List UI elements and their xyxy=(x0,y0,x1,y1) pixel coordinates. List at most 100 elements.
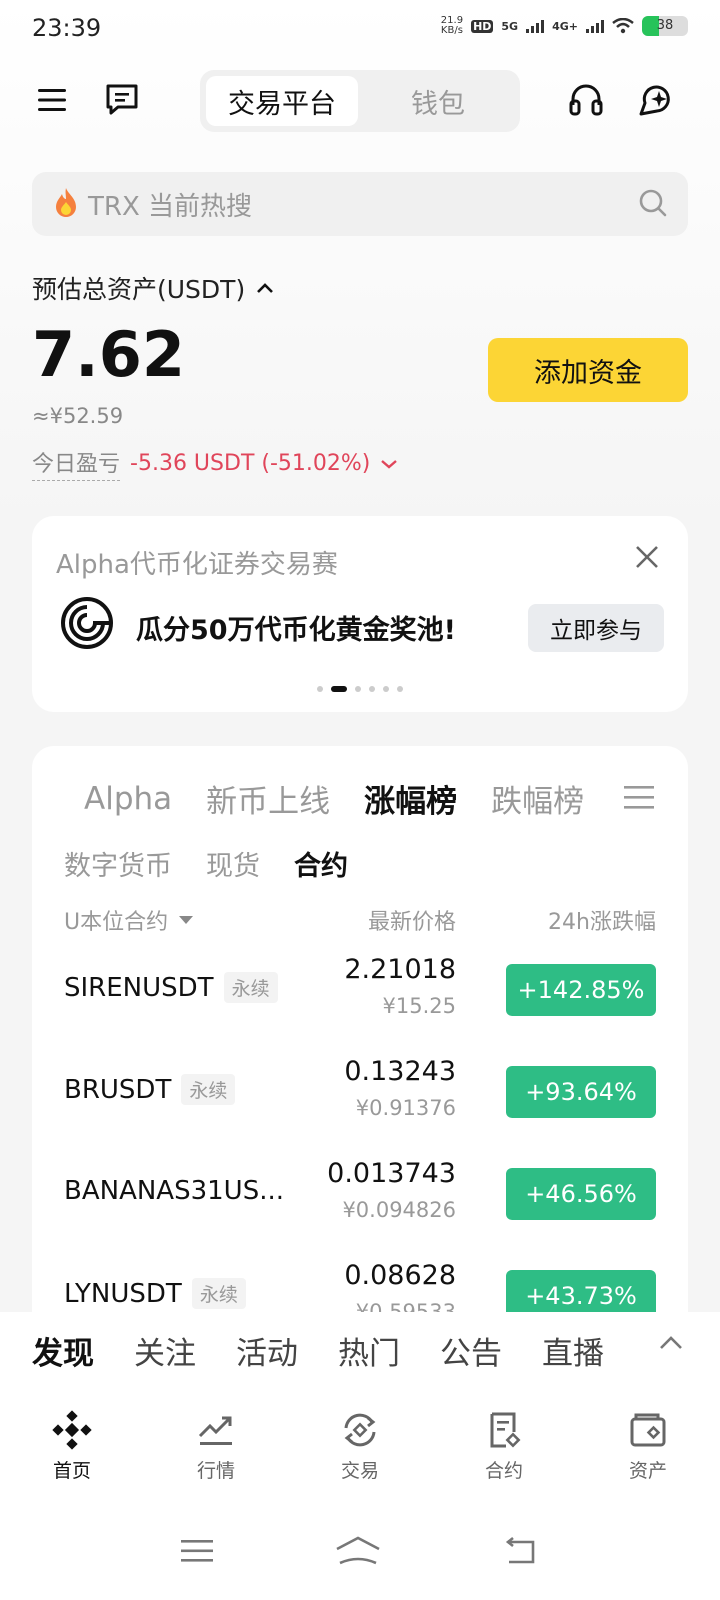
trade-swap-icon xyxy=(344,1413,376,1447)
chevron-down-icon[interactable] xyxy=(380,458,398,470)
system-nav-bar xyxy=(0,1502,720,1600)
net-speed-unit: KB/s xyxy=(440,25,463,36)
home-icon[interactable] xyxy=(334,1535,382,1567)
list-menu-icon[interactable] xyxy=(624,784,654,814)
promo-banner[interactable]: Alpha代币化证券交易赛 瓜分50万代币化黄金奖池! 立即参与 xyxy=(32,516,688,712)
signal-4g-icon: 4G+ xyxy=(552,19,578,33)
symbol-cell: BRUSDT 永续 xyxy=(64,1074,236,1105)
close-icon[interactable] xyxy=(632,542,662,572)
caret-down-icon xyxy=(179,916,194,924)
tab-wallet[interactable]: 钱包 xyxy=(362,76,514,126)
market-card: Alpha 新币上线 涨幅榜 跌幅榜 数字货币 现货 合约 U本位合约 最新价格… xyxy=(32,746,688,1346)
change-badge[interactable]: +46.56% xyxy=(506,1168,656,1220)
futures-document-icon xyxy=(490,1412,521,1448)
nav-markets[interactable]: 行情 xyxy=(144,1394,288,1502)
subtab-futures[interactable]: 合约 xyxy=(294,844,348,883)
search-icon[interactable] xyxy=(638,188,668,222)
pnl-value: -5.36 USDT (-51.02%) xyxy=(130,451,371,476)
hd-icon: HD xyxy=(471,19,494,33)
page-dot xyxy=(355,686,361,692)
change-badge[interactable]: +142.85% xyxy=(506,964,656,1016)
pnl-label[interactable]: 今日盈亏 xyxy=(32,446,121,481)
menu-icon[interactable] xyxy=(32,80,72,120)
signal-bars-icon-2 xyxy=(586,20,604,33)
market-row[interactable]: SIRENUSDT 永续 2.21018 ¥15.25 +142.85% xyxy=(32,950,688,1052)
category-discover[interactable]: 发现 xyxy=(32,1328,94,1373)
tab-losers[interactable]: 跌幅榜 xyxy=(491,776,584,821)
subtab-crypto[interactable]: 数字货币 xyxy=(64,844,172,883)
perpetual-tag: 永续 xyxy=(191,1278,246,1309)
last-price: 0.013743 xyxy=(327,1158,456,1189)
nav-markets-label: 行情 xyxy=(196,1460,235,1482)
nav-futures-label: 合约 xyxy=(484,1460,523,1482)
nav-futures[interactable]: 合约 xyxy=(432,1394,576,1502)
change-column-header[interactable]: 24h涨跌幅 xyxy=(548,904,656,936)
asset-label-row[interactable]: 预估总资产(USDT) xyxy=(32,270,275,306)
price-column-header[interactable]: 最新价格 xyxy=(368,904,456,936)
nav-assets-label: 资产 xyxy=(628,1460,667,1482)
wifi-icon xyxy=(612,18,634,34)
market-row[interactable]: BRUSDT 永续 0.13243 ¥0.91376 +93.64% xyxy=(32,1052,688,1154)
search-bar[interactable]: TRX 当前热搜 xyxy=(32,172,688,236)
category-tabs: 发现 关注 活动 热门 公告 直播 xyxy=(32,1328,604,1373)
asset-label: 预估总资产(USDT) xyxy=(32,275,246,304)
category-hot[interactable]: 热门 xyxy=(338,1328,400,1373)
battery-level: 38 xyxy=(656,18,674,33)
chevron-up-icon[interactable] xyxy=(658,1334,684,1356)
status-icons: 21.9 KB/s HD 5G 4G+ 38 xyxy=(441,16,688,36)
category-announcements[interactable]: 公告 xyxy=(440,1328,502,1373)
category-bar: 发现 关注 活动 热门 公告 直播 xyxy=(0,1312,720,1394)
nav-home[interactable]: 首页 xyxy=(0,1394,144,1502)
symbol-cell: LYNUSDT 永续 xyxy=(64,1278,246,1309)
binance-home-icon xyxy=(52,1410,92,1450)
futures-type-dropdown[interactable]: U本位合约 xyxy=(64,904,194,936)
chart-trend-icon xyxy=(198,1416,232,1445)
tab-new-listing[interactable]: 新币上线 xyxy=(206,776,330,821)
page-dot xyxy=(369,686,375,692)
recent-apps-icon[interactable] xyxy=(179,1537,215,1565)
banner-title: Alpha代币化证券交易赛 xyxy=(56,550,338,580)
tab-gainers[interactable]: 涨幅榜 xyxy=(364,776,457,821)
message-icon[interactable] xyxy=(102,80,142,120)
last-price: 0.08628 xyxy=(344,1260,456,1291)
market-tabs: Alpha 新币上线 涨幅榜 跌幅榜 xyxy=(84,776,584,821)
category-follow[interactable]: 关注 xyxy=(134,1328,196,1373)
tab-exchange[interactable]: 交易平台 xyxy=(206,76,358,126)
chevron-up-icon[interactable] xyxy=(255,281,275,295)
market-row[interactable]: BANANAS31US... 0.013743 ¥0.094826 +46.56… xyxy=(32,1154,688,1256)
asset-value: 7.62 xyxy=(32,318,185,391)
page-dot xyxy=(383,686,389,692)
change-badge[interactable]: +93.64% xyxy=(506,1066,656,1118)
price-cny: ¥15.25 xyxy=(382,994,456,1018)
back-icon[interactable] xyxy=(501,1536,541,1566)
nav-assets[interactable]: 资产 xyxy=(576,1394,720,1502)
market-subtabs: 数字货币 现货 合约 xyxy=(64,844,348,883)
price-cny: ¥0.91376 xyxy=(355,1096,456,1120)
tab-alpha[interactable]: Alpha xyxy=(84,781,172,817)
category-events[interactable]: 活动 xyxy=(236,1328,298,1373)
nav-trade[interactable]: 交易 xyxy=(288,1394,432,1502)
page-dot xyxy=(397,686,403,692)
profile-icon[interactable] xyxy=(636,80,676,120)
asset-cny: ≈¥52.59 xyxy=(32,404,124,428)
platform-switch: 交易平台 钱包 xyxy=(200,70,520,132)
category-live[interactable]: 直播 xyxy=(542,1328,604,1373)
futures-type-label: U本位合约 xyxy=(64,910,169,935)
perpetual-tag: 永续 xyxy=(181,1074,236,1105)
symbol-cell: BANANAS31US... xyxy=(64,1176,284,1206)
bottom-nav: 首页 行情 交易 合约 资产 xyxy=(0,1394,720,1502)
page-dot-active xyxy=(331,686,347,692)
nav-trade-label: 交易 xyxy=(340,1460,379,1482)
symbol-cell: SIRENUSDT 永续 xyxy=(64,972,278,1003)
pnl-row[interactable]: 今日盈亏 -5.36 USDT (-51.02%) xyxy=(32,446,398,481)
symbol: SIRENUSDT xyxy=(64,972,214,1003)
page-dot xyxy=(317,686,323,692)
join-now-button[interactable]: 立即参与 xyxy=(528,604,664,652)
subtab-spot[interactable]: 现货 xyxy=(206,844,260,883)
fire-icon xyxy=(52,186,80,222)
banner-pagination xyxy=(32,686,688,692)
symbol: LYNUSDT xyxy=(64,1278,182,1309)
add-funds-button[interactable]: 添加资金 xyxy=(488,338,688,402)
banner-text: 瓜分50万代币化黄金奖池! xyxy=(136,615,456,646)
headset-icon[interactable] xyxy=(566,80,606,120)
